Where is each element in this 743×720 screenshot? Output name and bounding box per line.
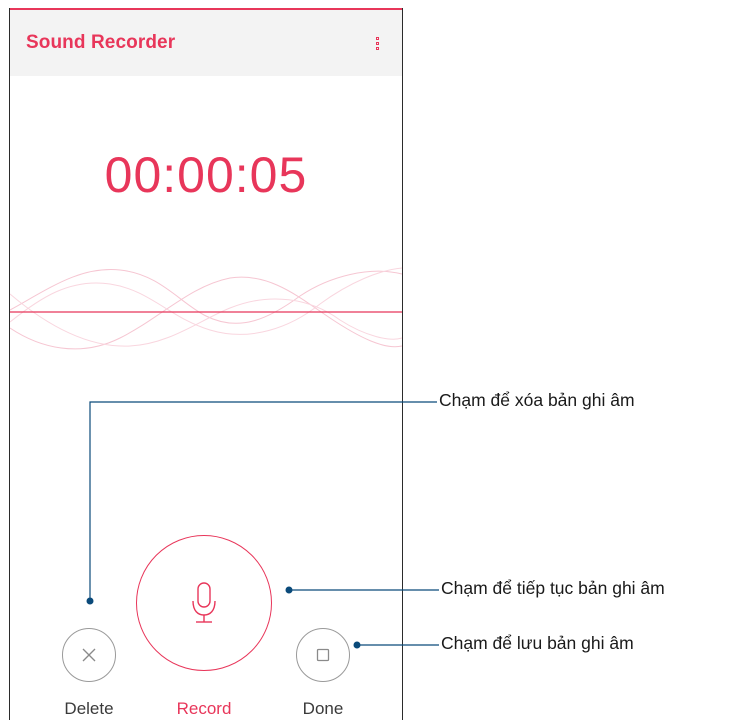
app-title: Sound Recorder bbox=[26, 32, 176, 53]
phone-screen: Sound Recorder 00:00:05 Delete Record Do… bbox=[9, 8, 403, 720]
microphone-icon bbox=[192, 582, 216, 623]
menu-dot bbox=[375, 41, 379, 45]
delete-label: Delete bbox=[64, 699, 114, 718]
callout-save-text: Chạm để lưu bản ghi âm bbox=[441, 633, 634, 653]
stop-square-icon bbox=[316, 648, 330, 662]
menu-dot bbox=[375, 46, 379, 50]
manual-illustration: Sound Recorder 00:00:05 Delete Record Do… bbox=[0, 0, 743, 720]
menu-dot bbox=[375, 36, 379, 40]
done-button[interactable] bbox=[296, 628, 350, 682]
record-label: Record bbox=[176, 699, 232, 718]
callout-resume-text: Chạm để tiếp tục bản ghi âm bbox=[441, 578, 665, 598]
delete-button[interactable] bbox=[62, 628, 116, 682]
overflow-menu-icon[interactable] bbox=[372, 30, 382, 56]
callout-delete-text: Chạm để xóa bản ghi âm bbox=[439, 390, 635, 410]
waveform-graphic bbox=[10, 267, 402, 350]
close-icon bbox=[82, 648, 96, 662]
done-label: Done bbox=[302, 699, 344, 718]
record-button[interactable] bbox=[136, 535, 272, 671]
app-bar: Sound Recorder bbox=[10, 10, 402, 76]
elapsed-timer: 00:00:05 bbox=[104, 147, 308, 203]
